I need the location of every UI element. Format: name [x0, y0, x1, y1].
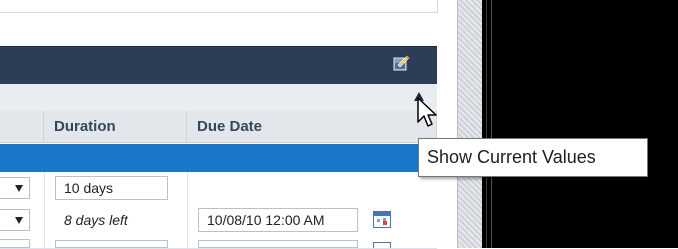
vertical-scrollbar[interactable] [457, 0, 484, 248]
column-header-due-date[interactable]: Due Date [187, 111, 437, 143]
row-dropdown[interactable] [0, 209, 30, 231]
panel-divider [491, 0, 492, 248]
column-header-duration-label: Duration [54, 118, 116, 135]
tooltip-text: Show Current Values [427, 147, 596, 167]
grid-subheader [0, 84, 437, 112]
calendar-icon[interactable] [373, 211, 391, 228]
top-panel [0, 0, 438, 13]
cell-divider [187, 172, 188, 204]
due-date-input[interactable]: 10/08/10 12:00 AM [198, 208, 358, 232]
column-header-previous[interactable] [0, 111, 44, 143]
duration-value: 8 days left [64, 212, 128, 228]
calendar-icon-day [377, 219, 380, 222]
selected-table-row[interactable] [0, 144, 437, 172]
column-header-due-date-label: Due Date [197, 118, 263, 135]
calendar-icon-today [383, 221, 387, 225]
cell-divider [187, 204, 188, 236]
cell-divider [187, 236, 188, 248]
due-date-value: 10/08/10 12:00 AM [207, 212, 325, 228]
duration-input[interactable] [55, 240, 168, 248]
cell-divider [44, 172, 45, 204]
panel-divider [486, 0, 487, 248]
cell-divider [44, 204, 45, 236]
duration-input[interactable]: 10 days [55, 176, 168, 200]
calendar-icon[interactable] [373, 242, 391, 248]
dropdown-arrow-icon [15, 217, 23, 224]
mouse-pointer-icon [417, 97, 437, 127]
notes-edit-icon[interactable] [392, 54, 410, 72]
duration-text: 8 days left [55, 208, 168, 232]
tooltip: Show Current Values [418, 138, 648, 177]
row-dropdown[interactable] [0, 239, 30, 248]
table-row[interactable]: 8 days left 10/08/10 12:00 AM [0, 204, 437, 237]
calendar-icon-header [374, 212, 390, 216]
dropdown-arrow-icon [15, 185, 23, 192]
table-row[interactable]: 10 days [0, 172, 437, 205]
dark-side-panel [482, 0, 678, 248]
due-date-input[interactable] [198, 240, 358, 248]
column-header-duration[interactable]: Duration [44, 111, 187, 143]
row-dropdown[interactable] [0, 177, 30, 199]
grid-header-bar [0, 46, 437, 85]
duration-value: 10 days [64, 180, 114, 196]
cell-divider [44, 236, 45, 248]
table-row[interactable] [0, 236, 437, 249]
